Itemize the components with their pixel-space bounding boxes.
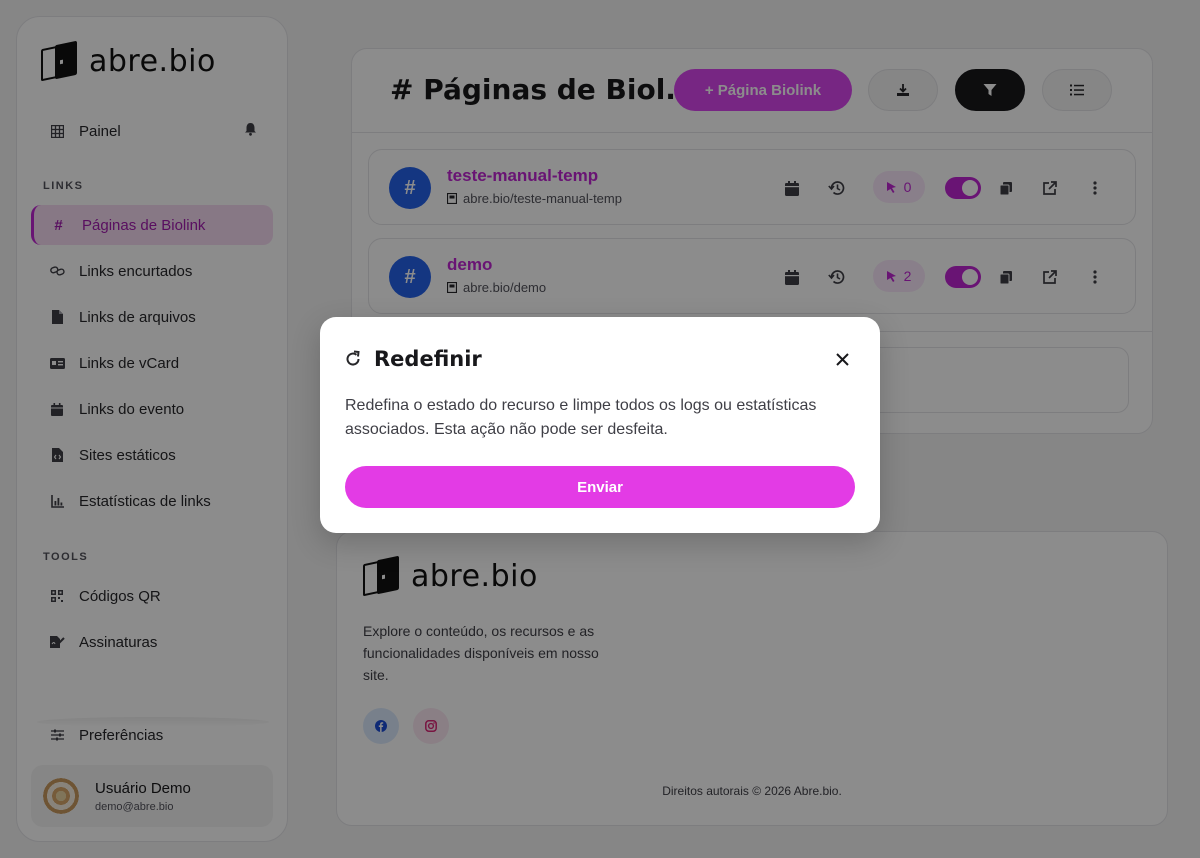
reset-modal: Redefinir Redefina o estado do recurso e…: [320, 317, 880, 533]
modal-title-text: Redefinir: [374, 347, 482, 371]
reset-icon: [346, 350, 360, 366]
close-button[interactable]: [834, 351, 850, 367]
modal-description: Redefina o estado do recurso e limpe tod…: [345, 397, 817, 438]
modal-title: Redefinir: [344, 347, 482, 371]
close-icon: [835, 352, 849, 366]
submit-button[interactable]: Enviar: [345, 466, 855, 508]
